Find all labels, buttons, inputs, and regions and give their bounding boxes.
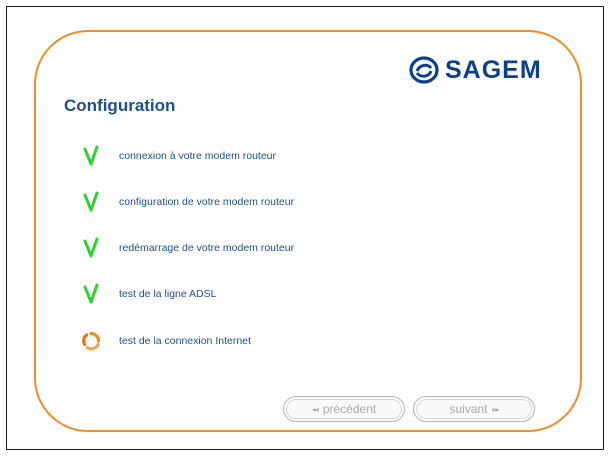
step-label: redémarrage de votre modem routeur <box>119 242 295 254</box>
step-item: test de la ligne ADSL <box>80 281 216 307</box>
previous-button-label: précédent <box>322 402 377 416</box>
page-title: Configuration <box>64 96 176 115</box>
double-left-arrow-icon: ◂◂ <box>311 404 319 414</box>
check-icon <box>80 143 102 169</box>
check-icon <box>80 235 102 261</box>
brand-name: SAGEM <box>445 55 542 84</box>
sagem-logo: SAGEM <box>409 53 542 87</box>
sagem-logo-icon <box>409 56 439 84</box>
next-button-label: suivant <box>449 402 488 416</box>
spinner-icon <box>80 328 102 354</box>
content-panel <box>34 30 582 432</box>
next-button[interactable]: suivant ▸▸ <box>413 396 535 422</box>
previous-button[interactable]: ◂◂ précédent <box>283 396 405 422</box>
step-label: test de la ligne ADSL <box>119 288 217 300</box>
check-icon <box>80 281 102 307</box>
step-label: connexion à votre modem routeur <box>119 150 277 162</box>
step-item: test de la connexion Internet <box>80 328 251 354</box>
step-item: configuration de votre modem routeur <box>80 189 294 215</box>
double-right-arrow-icon: ▸▸ <box>492 404 500 414</box>
step-item: connexion à votre modem routeur <box>80 143 276 169</box>
step-item: redémarrage de votre modem routeur <box>80 235 294 261</box>
step-label: test de la connexion Internet <box>119 335 251 347</box>
step-label: configuration de votre modem routeur <box>119 196 295 208</box>
check-icon <box>80 189 102 215</box>
